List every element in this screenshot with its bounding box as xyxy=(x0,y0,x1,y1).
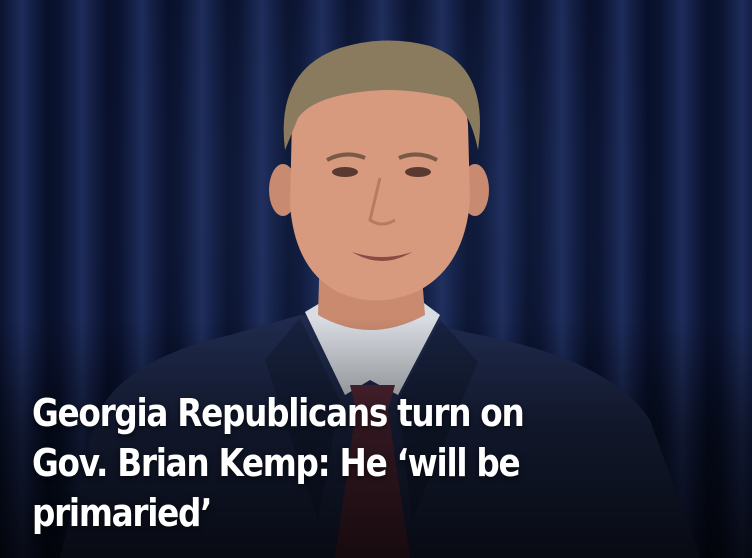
headline-line-1: Georgia Republicans turn on xyxy=(32,391,525,435)
left-eye xyxy=(332,167,358,177)
right-eye xyxy=(405,167,431,177)
headline-line-2: Gov. Brian Kemp: He ‘will be xyxy=(32,441,521,485)
headline[interactable]: Georgia Republicans turn on Gov. Brian K… xyxy=(32,388,548,538)
headline-line-3: primaried’ xyxy=(32,491,213,535)
news-card[interactable]: Georgia Republicans turn on Gov. Brian K… xyxy=(0,0,752,558)
